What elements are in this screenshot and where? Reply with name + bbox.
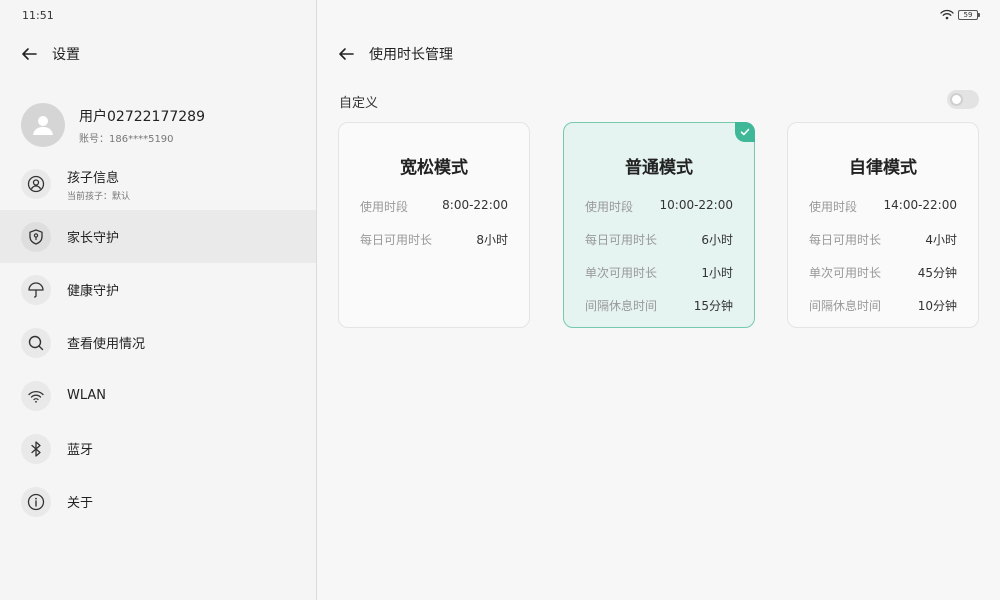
sidebar-header: 设置 — [20, 44, 80, 64]
row-key: 每日可用时长 — [585, 233, 658, 247]
row-key: 每日可用时长 — [360, 233, 433, 247]
card-row: 每日可用时长 6小时 — [585, 231, 733, 248]
usage-time-panel: 59 使用时长管理 自定义 宽松模式 使用时段 8:00-22:00 每日可用时… — [317, 0, 1000, 600]
sidebar-item-wlan[interactable]: WLAN — [0, 369, 316, 422]
card-row: 单次可用时长 1小时 — [585, 264, 733, 281]
avatar — [21, 103, 65, 147]
sidebar-item-label: 关于 — [67, 496, 94, 511]
sidebar-item-label: 孩子信息 — [67, 170, 120, 186]
sidebar-item-label: 健康守护 — [67, 284, 120, 299]
row-value: 1小时 — [701, 266, 733, 280]
row-key: 单次可用时长 — [585, 266, 658, 280]
search-icon — [28, 335, 44, 350]
info-icon — [27, 493, 45, 510]
card-row: 间隔休息时间 15分钟 — [585, 297, 733, 314]
row-key: 间隔休息时间 — [809, 299, 882, 313]
row-key: 使用时段 — [585, 200, 634, 214]
sidebar-item-label: 蓝牙 — [67, 443, 94, 458]
sidebar-item-child-info[interactable]: 孩子信息 当前孩子：默认 — [0, 158, 316, 210]
mode-card-normal[interactable]: 普通模式 使用时段 10:00-22:00 每日可用时长 6小时 单次可用时长 … — [563, 122, 755, 328]
sidebar-item-label: 家长守护 — [67, 231, 120, 246]
row-key: 间隔休息时间 — [585, 299, 658, 313]
shield-icon — [29, 228, 43, 245]
person-circle-icon — [27, 175, 45, 193]
sidebar-item-sub: 当前孩子：默认 — [67, 191, 131, 202]
row-value: 8小时 — [476, 233, 508, 247]
user-avatar-icon — [33, 116, 53, 135]
wifi-icon — [28, 390, 44, 403]
card-row: 使用时段 10:00-22:00 — [585, 198, 733, 215]
toggle-knob — [950, 93, 963, 106]
row-value: 15分钟 — [693, 299, 733, 313]
card-row: 使用时段 8:00-22:00 — [360, 198, 508, 215]
panel-title: 使用时长管理 — [369, 47, 453, 63]
card-row: 每日可用时长 4小时 — [809, 231, 957, 248]
back-arrow-icon[interactable] — [20, 45, 38, 63]
row-key: 单次可用时长 — [809, 266, 882, 280]
row-key: 每日可用时长 — [809, 233, 882, 247]
row-value: 10分钟 — [917, 299, 957, 313]
card-title: 普通模式 — [625, 158, 693, 178]
sidebar-title: 设置 — [52, 47, 80, 63]
sidebar-item-about[interactable]: 关于 — [0, 475, 316, 528]
checkmark-icon — [740, 128, 750, 136]
umbrella-icon — [28, 281, 44, 298]
row-value: 45分钟 — [917, 266, 957, 280]
row-value: 8:00-22:00 — [442, 198, 508, 212]
status-indicators: 59 — [940, 9, 980, 20]
card-row: 每日可用时长 8小时 — [360, 231, 508, 248]
bluetooth-icon — [31, 440, 41, 457]
battery-indicator: 59 — [958, 9, 980, 20]
settings-menu: 孩子信息 当前孩子：默认 家长守护 健康守护 查看使用情况 WLAN 蓝牙 关于 — [0, 158, 316, 528]
mode-card-relaxed[interactable]: 宽松模式 使用时段 8:00-22:00 每日可用时长 8小时 — [338, 122, 530, 328]
custom-label: 自定义 — [339, 96, 379, 111]
sidebar-item-label: WLAN — [67, 388, 107, 403]
card-title: 宽松模式 — [400, 158, 468, 178]
wifi-status-icon — [940, 9, 954, 20]
card-row: 单次可用时长 45分钟 — [809, 264, 957, 281]
sidebar-item-bluetooth[interactable]: 蓝牙 — [0, 422, 316, 475]
sidebar-item-health-guard[interactable]: 健康守护 — [0, 263, 316, 316]
panel-header: 使用时长管理 — [337, 44, 453, 64]
selected-badge — [735, 122, 755, 142]
status-time: 11:51 — [22, 9, 54, 22]
card-row: 使用时段 14:00-22:00 — [809, 198, 957, 215]
user-profile[interactable]: 用户02722177289 账号：186****5190 — [21, 103, 205, 147]
sidebar-item-usage[interactable]: 查看使用情况 — [0, 316, 316, 369]
row-value: 6小时 — [701, 233, 733, 247]
sidebar-item-label: 查看使用情况 — [67, 337, 146, 352]
custom-toggle[interactable] — [947, 90, 979, 109]
row-value: 4小时 — [925, 233, 957, 247]
user-name: 用户02722177289 — [79, 108, 205, 125]
settings-sidebar: 11:51 设置 用户02722177289 账号：186****5190 孩子… — [0, 0, 316, 600]
card-row: 间隔休息时间 10分钟 — [809, 297, 957, 314]
user-account: 账号：186****5190 — [79, 133, 174, 145]
row-key: 使用时段 — [360, 200, 409, 214]
row-value: 14:00-22:00 — [883, 198, 958, 212]
row-key: 使用时段 — [809, 200, 858, 214]
sidebar-item-parental-guard[interactable]: 家长守护 — [0, 210, 316, 263]
mode-card-disciplined[interactable]: 自律模式 使用时段 14:00-22:00 每日可用时长 4小时 单次可用时长 … — [787, 122, 979, 328]
card-title: 自律模式 — [849, 158, 917, 178]
row-value: 10:00-22:00 — [659, 198, 734, 212]
back-arrow-icon[interactable] — [337, 45, 355, 63]
